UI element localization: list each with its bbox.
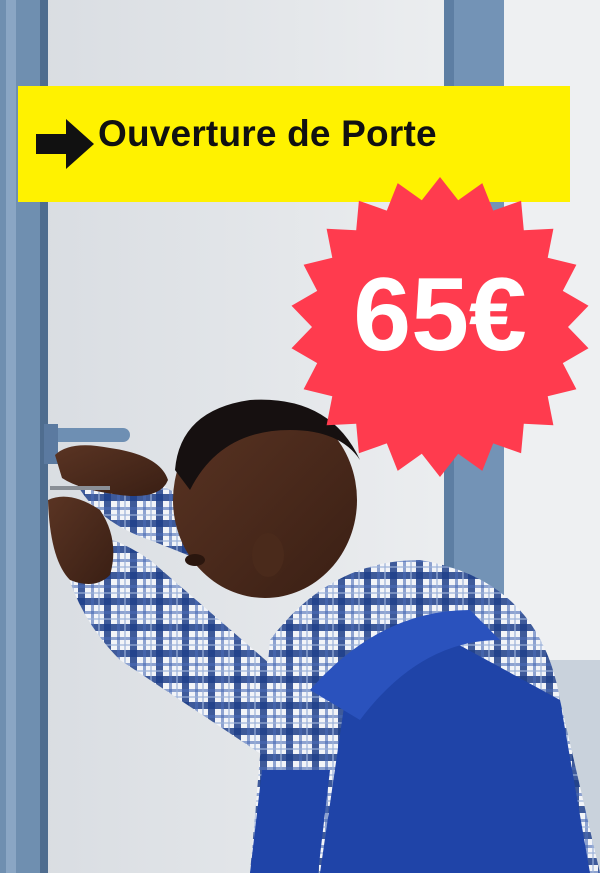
right-arrow-icon: [36, 119, 94, 169]
banner-title: Ouverture de Porte: [98, 113, 437, 154]
price-amount: 65€: [353, 257, 527, 373]
advertisement: Ouverture de Porte 65€: [0, 0, 600, 873]
price-badge: 65€: [290, 175, 590, 480]
